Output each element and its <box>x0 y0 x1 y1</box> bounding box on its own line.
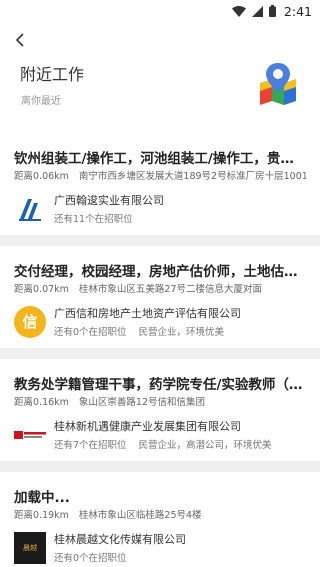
job-distance: 距离0.16km <box>14 397 69 408</box>
status-time: 2:41 <box>283 3 312 19</box>
job-address: 南宁市西乡塘区发展大道189号2号标准厂房十层1001室 <box>78 171 306 182</box>
company-logo <box>14 192 46 225</box>
company-openings: 还有11个在招职位 <box>54 214 133 225</box>
company-tags: 民营企业，环境优美 <box>138 327 225 338</box>
company-logo: 信 <box>14 305 46 338</box>
building-logo-icon <box>14 192 46 225</box>
company-sub: 还有0个在招职位 民营企业，环境优美 <box>54 324 241 338</box>
company-info: 桂林晨越文化传媒有限公司 还有0个在招职位 <box>54 531 186 564</box>
company-logo-icon <box>14 430 46 439</box>
company-tags: 民营企业，高潜公司，环境优美 <box>138 440 272 451</box>
page-header: 附近工作 离你最近 <box>0 22 320 134</box>
job-address: 桂林市象山区临桂路25号4楼 <box>78 510 202 521</box>
page-subtitle: 离你最近 <box>21 96 61 107</box>
company-info: 广西信和房地产土地资产评估有限公司 还有0个在招职位 民营企业，环境优美 <box>54 305 241 338</box>
company-logo: 晨越 <box>14 531 46 564</box>
company-row[interactable]: 广西翰逡实业有限公司 还有11个在招职位 <box>14 184 306 235</box>
signal-icon <box>251 5 263 17</box>
job-title: 交付经理，校园经理，房地产估价师，土地估… <box>14 264 298 279</box>
battery-icon <box>268 5 276 17</box>
job-card[interactable]: 教务处学籍管理干事，药学院专任/实验教师（… 距离0.16km 象山区崇善路12… <box>0 359 320 461</box>
job-distance: 距离0.19km <box>14 510 69 521</box>
map-pin-icon <box>256 61 300 105</box>
company-openings: 还有0个在招职位 <box>54 327 127 338</box>
company-name: 广西信和房地产土地资产评估有限公司 <box>54 307 241 320</box>
back-button[interactable] <box>8 28 32 52</box>
job-card[interactable]: 加载中... 距离0.19km 桂林市象山区临桂路25号4楼 晨越 桂林晨越文化… <box>0 472 320 567</box>
job-distance: 距离0.06km <box>14 171 69 182</box>
job-meta: 距离0.07km 桂林市象山区五美路27号二楼信息大厦对面 <box>14 279 306 297</box>
company-row[interactable]: 信 广西信和房地产土地资产评估有限公司 还有0个在招职位 民营企业，环境优美 <box>14 297 306 348</box>
company-openings: 还有0个在招职位 <box>54 553 127 564</box>
company-sub: 还有7个在招职位 民营企业，高潜公司，环境优美 <box>54 437 272 451</box>
job-card[interactable]: 钦州组装工/操作工，河池组装工/操作工，贵港… 距离0.06km 南宁市西乡塘区… <box>0 133 320 235</box>
job-meta: 距离0.06km 南宁市西乡塘区发展大道189号2号标准厂房十层1001室 <box>14 166 306 184</box>
company-name: 桂林新机遇健康产业发展集团有限公司 <box>54 420 241 433</box>
job-card[interactable]: 交付经理，校园经理，房地产估价师，土地估… 距离0.07km 桂林市象山区五美路… <box>0 246 320 348</box>
job-list: 钦州组装工/操作工，河池组装工/操作工，贵港… 距离0.06km 南宁市西乡塘区… <box>0 133 320 567</box>
status-bar: 2:41 <box>0 0 320 22</box>
page-title: 附近工作 <box>20 65 85 84</box>
company-row[interactable]: 桂林新机遇健康产业发展集团有限公司 还有7个在招职位 民营企业，高潜公司，环境优美 <box>14 410 306 461</box>
job-distance: 距离0.07km <box>14 284 69 295</box>
job-title: 钦州组装工/操作工，河池组装工/操作工，贵港… <box>14 151 306 166</box>
company-name: 桂林晨越文化传媒有限公司 <box>54 533 186 546</box>
company-row[interactable]: 晨越 桂林晨越文化传媒有限公司 还有0个在招职位 <box>14 523 306 567</box>
job-title: 加载中... <box>14 490 70 505</box>
job-address: 象山区崇善路12号信和信集团 <box>78 397 206 408</box>
company-info: 广西翰逡实业有限公司 还有11个在招职位 <box>54 192 164 225</box>
job-meta: 距离0.19km 桂林市象山区临桂路25号4楼 <box>14 505 306 523</box>
company-openings: 还有7个在招职位 <box>54 440 127 451</box>
company-info: 桂林新机遇健康产业发展集团有限公司 还有7个在招职位 民营企业，高潜公司，环境优美 <box>54 418 272 451</box>
company-name: 广西翰逡实业有限公司 <box>54 194 164 207</box>
company-logo <box>14 418 46 451</box>
wifi-icon <box>231 5 246 17</box>
chevron-left-icon <box>15 33 24 47</box>
job-meta: 距离0.16km 象山区崇善路12号信和信集团 <box>14 392 306 410</box>
job-title: 教务处学籍管理干事，药学院专任/实验教师（… <box>14 377 303 392</box>
job-address: 桂林市象山区五美路27号二楼信息大厦对面 <box>78 284 263 295</box>
